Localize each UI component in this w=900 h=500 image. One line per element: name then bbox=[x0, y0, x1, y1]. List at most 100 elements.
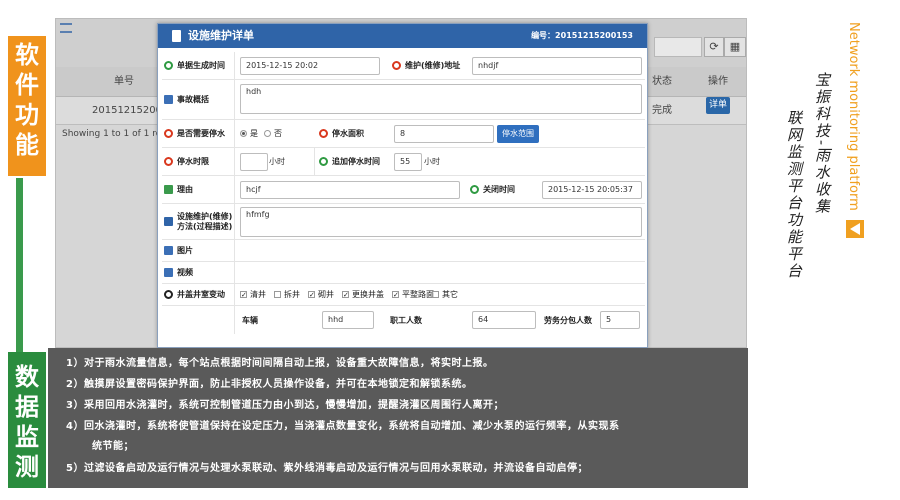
label-text: 方法(过程描述) bbox=[177, 221, 233, 231]
label-text: 追加停水时间 bbox=[332, 157, 380, 166]
maintenance-detail-modal: 设施维护详单 编号：20151215200153 单据生成时间 2015-12-… bbox=[157, 23, 648, 348]
stop-water-label: 是否需要停水 bbox=[162, 120, 234, 147]
note-item: 统节能； bbox=[92, 441, 134, 452]
label-text: 井盖井室变动 bbox=[177, 290, 225, 299]
label-text: 单据生成时间 bbox=[177, 61, 225, 70]
label-text: 停水面积 bbox=[332, 129, 364, 138]
video-icon bbox=[164, 268, 173, 277]
divider bbox=[234, 80, 235, 119]
checkbox-icon bbox=[432, 291, 439, 298]
refresh-icon[interactable]: ⟳ bbox=[704, 37, 724, 57]
stop-limit-field[interactable] bbox=[240, 153, 268, 171]
created-time-label: 单据生成时间 bbox=[162, 52, 234, 79]
well-option-replace-cover[interactable]: ✓ 更换井盖 bbox=[342, 286, 384, 304]
side-char: 软 bbox=[15, 41, 39, 69]
well-option-build[interactable]: ✓ 砌井 bbox=[308, 286, 334, 304]
created-time-field[interactable]: 2015-12-15 20:02 bbox=[240, 57, 380, 75]
option-label: 砌井 bbox=[318, 290, 334, 299]
radio-label: 否 bbox=[274, 129, 282, 138]
checkbox-icon: ✓ bbox=[240, 291, 247, 299]
hour-unit: 小时 bbox=[424, 157, 440, 166]
workers-field[interactable]: 64 bbox=[472, 311, 536, 329]
hour-unit: 小时 bbox=[269, 157, 285, 166]
stop-range-button[interactable]: 停水范围 bbox=[497, 125, 539, 143]
column-header-id[interactable]: 单号 bbox=[114, 67, 134, 97]
checkbox-icon: ✓ bbox=[308, 291, 315, 299]
radio-icon bbox=[264, 130, 271, 137]
form-row: 车辆 hhd 职工人数 64 劳务分包人数 5 bbox=[162, 306, 645, 334]
method-field[interactable]: hfmfg bbox=[240, 207, 642, 237]
calligraphy-line-1: 宝振科技-雨水收集 bbox=[813, 72, 831, 216]
grid-icon[interactable]: ▦ bbox=[724, 37, 746, 57]
form-row: 视频 bbox=[162, 262, 645, 284]
stop-yes-radio[interactable]: 是 bbox=[240, 125, 258, 143]
form-row: 是否需要停水 是 否 停水面积 8 停水范围 bbox=[162, 120, 645, 148]
divider bbox=[234, 52, 235, 79]
search-input[interactable] bbox=[654, 37, 702, 57]
column-header-action[interactable]: 操作 bbox=[708, 67, 728, 97]
column-header-status[interactable]: 状态 bbox=[652, 67, 672, 97]
note-item: 1）对于雨水流量信息，每个站点根据时间间隔自动上报，设备重大故障信息，将实时上报… bbox=[66, 358, 494, 369]
option-label: 平整路面 bbox=[402, 290, 434, 299]
checkbox-icon: ✓ bbox=[342, 291, 349, 299]
label-text: 视频 bbox=[177, 268, 193, 277]
note-item: 3）采用回用水浇灌时，系统可控制管道压力由小到达，慢慢增加，提醒浇灌区周围行人离… bbox=[66, 400, 504, 411]
checkbox-icon: ✓ bbox=[392, 291, 399, 299]
modal-title: 设施维护详单 bbox=[188, 29, 254, 42]
close-time-field[interactable]: 2015-12-15 20:05:37 bbox=[542, 181, 642, 199]
image-icon bbox=[164, 246, 173, 255]
modal-header: 设施维护详单 编号：20151215200153 bbox=[158, 24, 647, 48]
divider bbox=[234, 148, 235, 175]
divider bbox=[234, 176, 235, 203]
area-icon bbox=[319, 129, 328, 138]
option-label: 拆井 bbox=[284, 290, 300, 299]
clock-icon bbox=[164, 61, 173, 70]
brand-logo-icon bbox=[846, 220, 864, 238]
label-text: 是否需要停水 bbox=[177, 129, 225, 138]
divider bbox=[234, 306, 235, 334]
label-text: 设施维护(维修) bbox=[177, 211, 233, 221]
side-char: 据 bbox=[15, 393, 39, 421]
order-number: 编号：20151215200153 bbox=[531, 31, 633, 40]
summary-field[interactable]: hdh bbox=[240, 84, 642, 114]
contract-label: 劳务分包人数 bbox=[544, 315, 592, 325]
alert-icon bbox=[164, 129, 173, 138]
divider bbox=[234, 120, 235, 147]
side-char: 测 bbox=[15, 453, 39, 481]
well-option-clean[interactable]: ✓ 清井 bbox=[240, 286, 266, 304]
brand-english-text: Network monitoring platform bbox=[846, 22, 861, 211]
well-option-dismantle[interactable]: 拆井 bbox=[274, 286, 300, 304]
stop-area-field[interactable]: 8 bbox=[394, 125, 494, 143]
contract-field[interactable]: 5 bbox=[600, 311, 640, 329]
divider bbox=[234, 204, 235, 239]
divider bbox=[234, 240, 235, 261]
form-row: 井盖井室变动 ✓ 清井 拆井 ✓ 砌井 ✓ 更换井盖 ✓ 平整路面 其它 bbox=[162, 284, 645, 306]
vehicle-field[interactable]: hhd bbox=[322, 311, 374, 329]
reason-label: 理由 bbox=[162, 176, 234, 203]
label-stack: 设施维护(维修) 方法(过程描述) bbox=[177, 212, 232, 232]
clock-icon bbox=[319, 157, 328, 166]
detail-button[interactable]: 详单 bbox=[706, 97, 730, 114]
side-char: 功 bbox=[15, 101, 39, 129]
chat-icon bbox=[164, 185, 173, 194]
reason-field[interactable]: hcjf bbox=[240, 181, 460, 199]
label-text: 理由 bbox=[177, 185, 193, 194]
form-row: 图片 bbox=[162, 240, 645, 262]
feature-notes-panel: 1）对于雨水流量信息，每个站点根据时间间隔自动上报，设备重大故障信息，将实时上报… bbox=[48, 348, 748, 488]
divider bbox=[234, 262, 235, 283]
summary-label: 事故概括 bbox=[162, 80, 234, 119]
well-label: 井盖井室变动 bbox=[162, 284, 234, 305]
well-option-level-road[interactable]: ✓ 平整路面 bbox=[392, 286, 434, 304]
label-text: 停水时限 bbox=[177, 157, 209, 166]
note-item: 2）触摸屏设置密码保护界面，防止非授权人员操作设备，并可在本地锁定和解锁系统。 bbox=[66, 379, 473, 390]
stop-no-radio[interactable]: 否 bbox=[264, 125, 282, 143]
menu-icon[interactable] bbox=[60, 23, 72, 33]
extra-time-label: 追加停水时间 bbox=[317, 148, 387, 175]
extra-time-field[interactable]: 55 bbox=[394, 153, 422, 171]
well-option-other[interactable]: 其它 bbox=[432, 286, 458, 304]
address-field[interactable]: nhdjf bbox=[472, 57, 642, 75]
side-char: 监 bbox=[15, 423, 39, 451]
software-features-label: 软 件 功 能 bbox=[8, 36, 46, 176]
detail-form: 单据生成时间 2015-12-15 20:02 维护(维修)地址 nhdjf 事… bbox=[162, 52, 645, 334]
form-row: 设施维护(维修) 方法(过程描述) hfmfg bbox=[162, 204, 645, 240]
